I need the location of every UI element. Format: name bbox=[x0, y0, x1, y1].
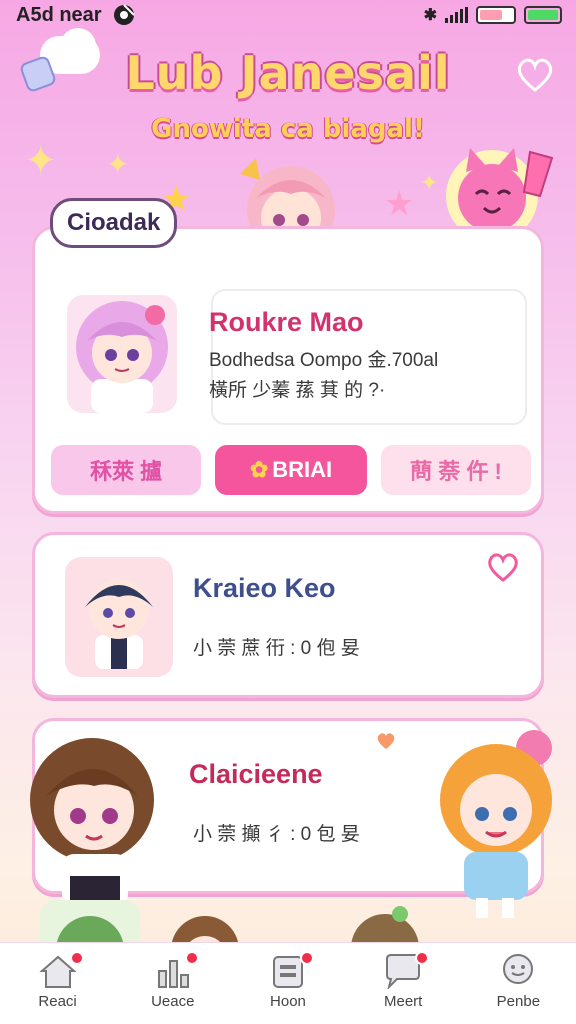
app-title: Lub Janesail bbox=[125, 46, 451, 100]
nav-label: Reaci bbox=[38, 993, 77, 1010]
character-name: Claicieene bbox=[189, 759, 323, 789]
notification-badge bbox=[415, 951, 430, 965]
signal-icon bbox=[445, 7, 468, 23]
bottom-nav: Reaci Ueace Hoon Meert Penbe bbox=[0, 942, 576, 1024]
character-desc: 小 萗 攧 彳 : 0 包 妟 bbox=[193, 824, 360, 845]
action-button-2[interactable]: ✿ BRIAI bbox=[215, 445, 367, 495]
nav-label: Hoon bbox=[270, 993, 306, 1010]
heart-icon bbox=[377, 733, 395, 749]
sparkle-icon: ✦ bbox=[24, 139, 58, 183]
avatar[interactable] bbox=[67, 295, 177, 413]
flower-icon: ✿ bbox=[249, 457, 269, 482]
battery-icon bbox=[476, 6, 516, 24]
action-button-3[interactable]: 蔄 萘 仵 ! bbox=[381, 445, 531, 495]
favorite-heart-icon[interactable] bbox=[485, 551, 521, 583]
notification-badge bbox=[184, 951, 199, 965]
character-girl-lavender-hair bbox=[76, 301, 168, 413]
notification-badge bbox=[299, 951, 314, 965]
location-icon bbox=[113, 4, 135, 25]
action-button-1[interactable]: 秝萊 攎 bbox=[51, 445, 201, 495]
nav-label: Penbe bbox=[496, 993, 541, 1010]
action-button-1-label: 秝萊 攎 bbox=[89, 459, 163, 484]
sparkle-icon: ✦ bbox=[420, 170, 439, 195]
status-time: A5d near bbox=[16, 3, 102, 26]
status-bar: A5d near ✱ bbox=[0, 0, 576, 30]
character-desc: 小 萗 蔗 衎 : 0 佨 妟 bbox=[193, 638, 360, 659]
star-icon: ★ bbox=[384, 185, 415, 223]
character-girl-orange-hair bbox=[440, 730, 552, 918]
speech-bubble: Cioadak bbox=[50, 198, 178, 248]
character-boy-navy-hair bbox=[85, 579, 153, 669]
nav-item-list[interactable]: Hoon bbox=[248, 951, 328, 1010]
action-button-2-label: BRIAI bbox=[272, 457, 333, 482]
character-name: Kraieo Keo bbox=[193, 573, 336, 603]
avatar[interactable] bbox=[65, 557, 173, 677]
nav-item-stats[interactable]: Ueace bbox=[133, 951, 213, 1010]
nav-label: Meert bbox=[383, 993, 423, 1010]
character-card[interactable]: Kraieo Keo 小 萗 蔗 衎 : 0 佨 妟 bbox=[32, 532, 544, 698]
nav-label: Ueace bbox=[151, 993, 195, 1010]
nav-item-profile[interactable]: Penbe bbox=[478, 953, 558, 1010]
profile-icon bbox=[503, 954, 534, 984]
nav-item-chat[interactable]: Meert bbox=[363, 951, 443, 1010]
sparkle-icon: ✦ bbox=[106, 149, 130, 180]
nav-item-home[interactable]: Reaci bbox=[18, 951, 98, 1010]
character-girl-brown-hair bbox=[30, 738, 154, 922]
notification-badge bbox=[69, 951, 84, 965]
featured-desc-line1: Bodhedsa Oompo 金.700al bbox=[209, 350, 439, 371]
bluetooth-icon: ✱ bbox=[423, 7, 437, 24]
featured-name: Roukre Mao bbox=[209, 307, 364, 337]
featured-character-card[interactable]: Roukre Mao Bodhedsa Oompo 金.700al 橫所 少蓁 … bbox=[32, 226, 544, 514]
battery-icon bbox=[524, 6, 562, 24]
featured-desc-line2: 橫所 少蓁 蓀 萁 的 ?· bbox=[209, 380, 386, 401]
action-button-3-label: 蔄 萘 仵 ! bbox=[410, 459, 502, 484]
